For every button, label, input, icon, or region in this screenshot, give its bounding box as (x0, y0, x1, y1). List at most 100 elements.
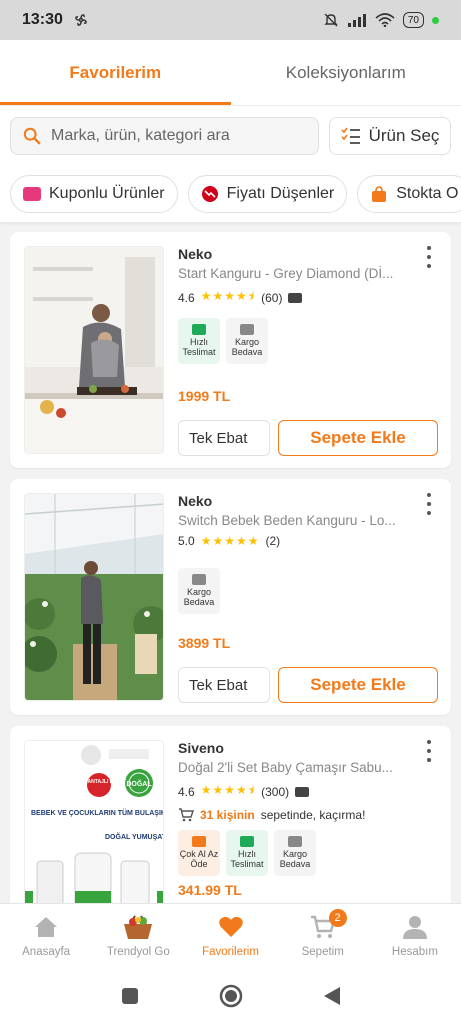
product-image[interactable] (24, 246, 164, 454)
filter-chips: Kuponlu Ürünler Fiyatı Düşenler Stokta O (0, 166, 461, 222)
nav-label: Sepetim (301, 945, 344, 958)
badge-label: Kargo Bedava (231, 337, 263, 357)
status-right: 70 (323, 12, 439, 28)
basket-icon (124, 914, 153, 939)
bottom-nav: Anasayfa Trendyol Go Favorilerim 2 Sepet… (0, 903, 461, 967)
rating-row: 4.6 ★★★★⯨ (60) (178, 287, 403, 308)
wifi-icon (375, 13, 395, 27)
chip-price-dropped[interactable]: Fiyatı Düşenler (187, 175, 348, 213)
product-info: Neko Switch Bebek Beden Kanguru - Lo... … (178, 493, 403, 614)
favorites-list: Neko Start Kanguru - Grey Diamond (Dİ...… (10, 232, 451, 973)
search-row: Ürün Seç (0, 106, 461, 166)
status-bar: 13:30 70 (0, 0, 461, 40)
social-proof: 31 kişinin sepetinde, kaçırma! (178, 808, 403, 822)
social-text: sepetinde, kaçırma! (260, 808, 366, 822)
search-input[interactable] (51, 127, 306, 145)
product-title[interactable]: Start Kanguru - Grey Diamond (Dİ... (178, 266, 403, 281)
more-options-icon[interactable] (423, 246, 435, 268)
photo-review-icon (288, 292, 303, 303)
seal-text: DOĞAL (126, 779, 152, 788)
add-to-cart-button[interactable]: Sepete Ekle (278, 667, 438, 703)
tag-icon (192, 836, 206, 848)
home-button-icon[interactable] (219, 984, 243, 1008)
nav-trendyol-go[interactable]: Trendyol Go (92, 904, 184, 967)
tab-favorites[interactable]: Favorilerim (0, 40, 231, 105)
badge-list: Hızlı Teslimat Kargo Bedava (178, 318, 403, 364)
tab-collections[interactable]: Koleksiyonlarım (231, 40, 461, 105)
chip-label: Fiyatı Düşenler (226, 185, 335, 202)
search-icon (23, 127, 41, 145)
badge-fast-delivery: Hızlı Teslimat (178, 318, 220, 364)
system-nav-bar (0, 967, 461, 1024)
select-products-button[interactable]: Ürün Seç (329, 117, 451, 155)
chip-in-stock[interactable]: Stokta O (357, 175, 461, 213)
product-price: 3899 TL (178, 635, 231, 651)
nav-label: Favorilerim (202, 945, 259, 958)
nav-account[interactable]: Hesabım (369, 904, 461, 967)
product-brand: Siveno (178, 740, 224, 756)
photo-review-icon (295, 786, 310, 797)
corner-text: 2'Lİ AVANTAJLI PAKET (72, 778, 127, 785)
review-count: (2) (265, 534, 281, 548)
top-tabs: Favorilerim Koleksiyonlarım (0, 40, 461, 106)
status-time: 13:30 (22, 11, 63, 28)
badge-list: Kargo Bedava (178, 568, 403, 614)
nav-label: Hesabım (391, 945, 438, 958)
subline-text: DOĞAL YUMUŞATICILI (105, 832, 164, 841)
badge-buy-more-pay-less: Çok Al Az Öde (178, 830, 220, 876)
fan-icon (75, 14, 87, 26)
coupon-icon (23, 187, 41, 201)
price-drop-icon (201, 186, 218, 202)
product-price: 1999 TL (178, 388, 231, 404)
home-icon (35, 916, 58, 937)
nav-label: Trendyol Go (106, 945, 170, 958)
star-rating-icon: ★★★★★ (200, 534, 260, 548)
product-title[interactable]: Doğal 2'li Set Baby Çamaşır Sabu... (178, 760, 403, 775)
review-count: (60) (261, 290, 283, 305)
status-left: 13:30 (22, 11, 89, 29)
box-icon (288, 836, 302, 848)
star-rating-icon: ★★★★⯨ (200, 783, 256, 797)
back-icon[interactable] (323, 986, 341, 1006)
chip-coupon-products[interactable]: Kuponlu Ürünler (10, 175, 178, 213)
badge-label: Hızlı Teslimat (182, 337, 216, 357)
nav-favorites[interactable]: Favorilerim (184, 904, 276, 967)
product-card[interactable]: Neko Start Kanguru - Grey Diamond (Dİ...… (10, 232, 451, 468)
chip-label: Stokta O (396, 185, 459, 202)
box-icon (192, 574, 206, 586)
product-brand: Neko (178, 246, 213, 262)
nav-home[interactable]: Anasayfa (0, 904, 92, 967)
chip-label: Kuponlu Ürünler (49, 185, 165, 202)
checklist-icon (340, 127, 360, 144)
more-options-icon[interactable] (423, 740, 435, 762)
mute-icon (324, 13, 338, 27)
box-icon (240, 324, 254, 336)
badge-fast-delivery: Hızlı Teslimat (226, 830, 268, 876)
cart-count-badge: 2 (328, 909, 347, 927)
rating-row: 4.6 ★★★★⯨ (300) (178, 781, 403, 802)
badge-list: Çok Al Az Öde Hızlı Teslimat Kargo Bedav… (178, 830, 403, 876)
cart-small-icon (179, 808, 194, 822)
size-select-button[interactable]: Tek Ebat (178, 420, 270, 456)
more-options-icon[interactable] (423, 493, 435, 515)
product-info: Neko Start Kanguru - Grey Diamond (Dİ...… (178, 246, 403, 364)
recents-icon[interactable] (121, 987, 139, 1005)
product-title[interactable]: Switch Bebek Beden Kanguru - Lo... (178, 513, 403, 528)
battery-indicator: 70 (402, 12, 424, 28)
badge-free-shipping: Kargo Bedava (178, 568, 220, 614)
size-select-button[interactable]: Tek Ebat (178, 667, 270, 703)
nav-cart[interactable]: 2 Sepetim (277, 904, 369, 967)
add-to-cart-button[interactable]: Sepete Ekle (278, 420, 438, 456)
rating-value: 4.6 (178, 784, 195, 799)
star-rating-icon: ★★★★⯨ (200, 289, 256, 303)
user-icon (402, 915, 427, 939)
truck-icon (192, 324, 206, 336)
search-box[interactable] (10, 117, 319, 155)
badge-label: Hızlı Teslimat (230, 849, 264, 869)
nav-label: Anasayfa (22, 945, 71, 958)
product-card[interactable]: Neko Switch Bebek Beden Kanguru - Lo... … (10, 479, 451, 715)
badge-label: Kargo Bedava (183, 587, 215, 607)
signal-icon (347, 14, 366, 27)
product-image[interactable] (24, 493, 164, 701)
product-brand: Neko (178, 493, 213, 509)
